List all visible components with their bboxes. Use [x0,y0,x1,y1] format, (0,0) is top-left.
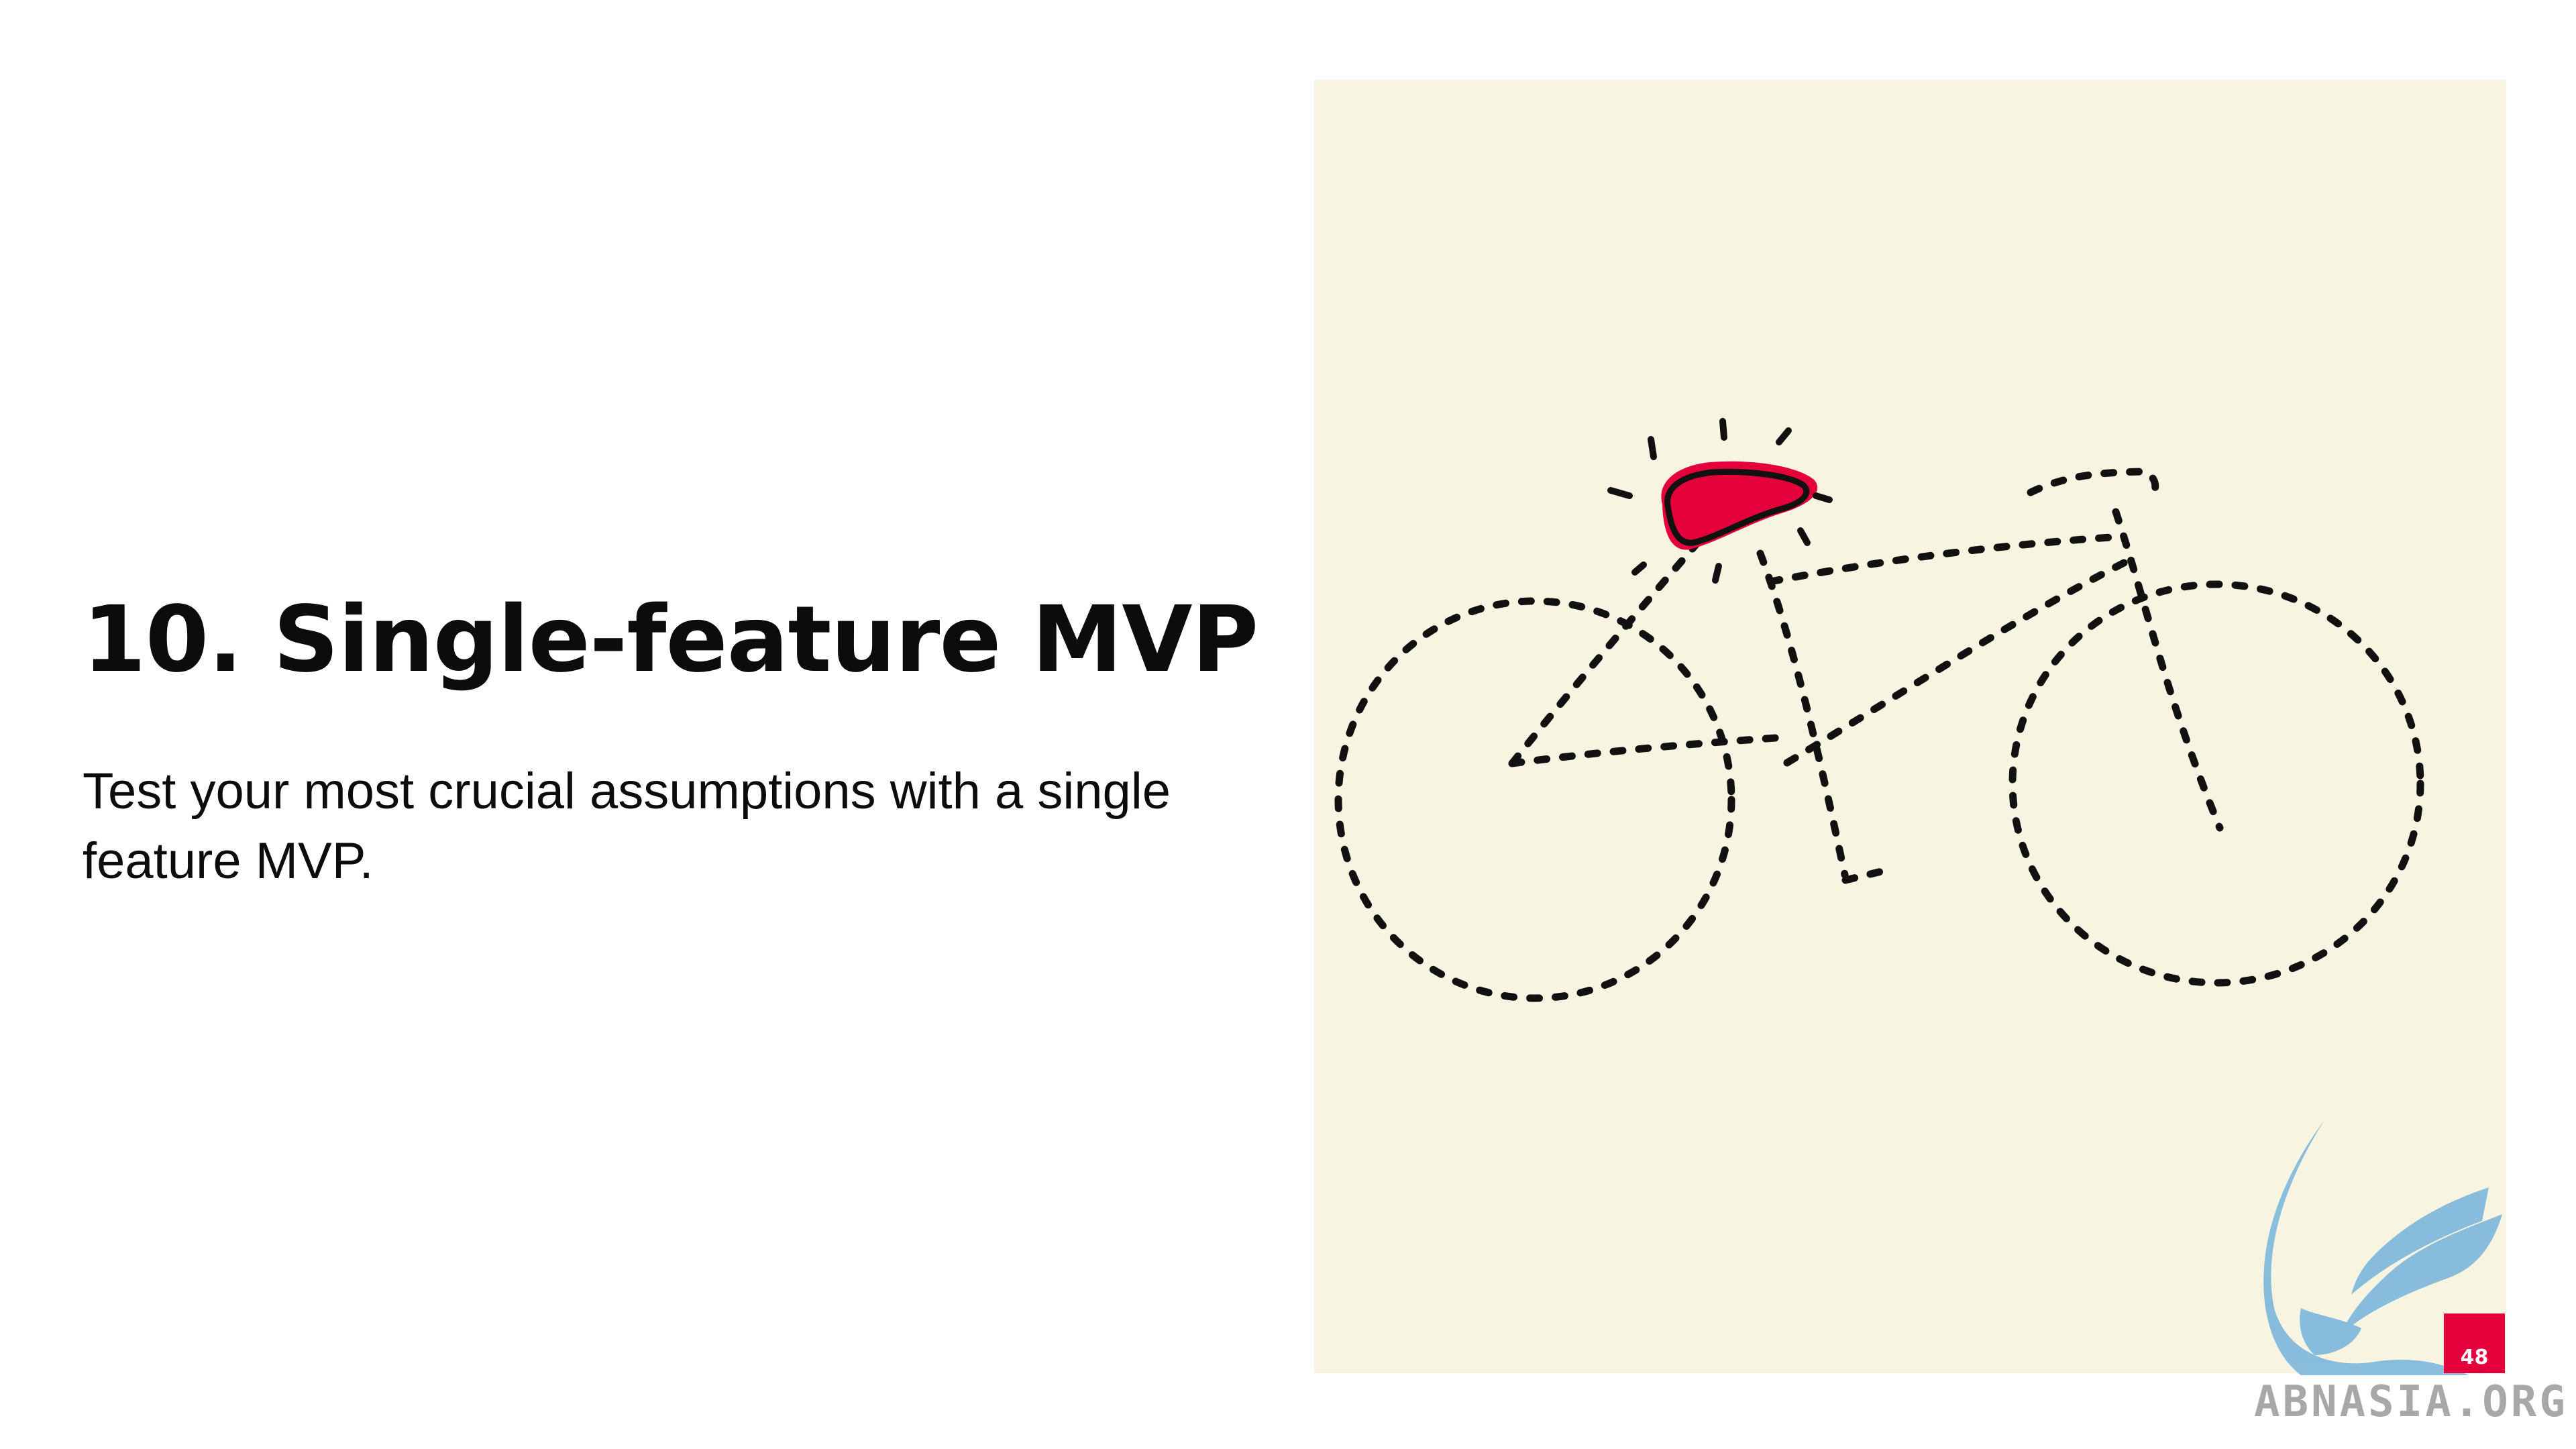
watermark-text: ABNASIA.ORG [2254,1377,2568,1427]
seat-tube-line [1756,549,1849,879]
page-number-badge: 48 [2444,1313,2505,1373]
fork-line [2112,508,2224,832]
handlebar-line [2027,468,2159,503]
down-tube-line [1783,557,2132,767]
slide-title: 10. Single-feature MVP [83,587,1258,693]
front-wheel-icon [2008,580,2424,987]
slide-body-text: Test your most crucial assumptions with … [83,763,1171,890]
pedal-line [1841,865,1896,884]
rear-wheel-icon [1334,597,1735,1002]
top-tube-line [1766,533,2125,586]
chain-stay-line [1508,734,1780,767]
